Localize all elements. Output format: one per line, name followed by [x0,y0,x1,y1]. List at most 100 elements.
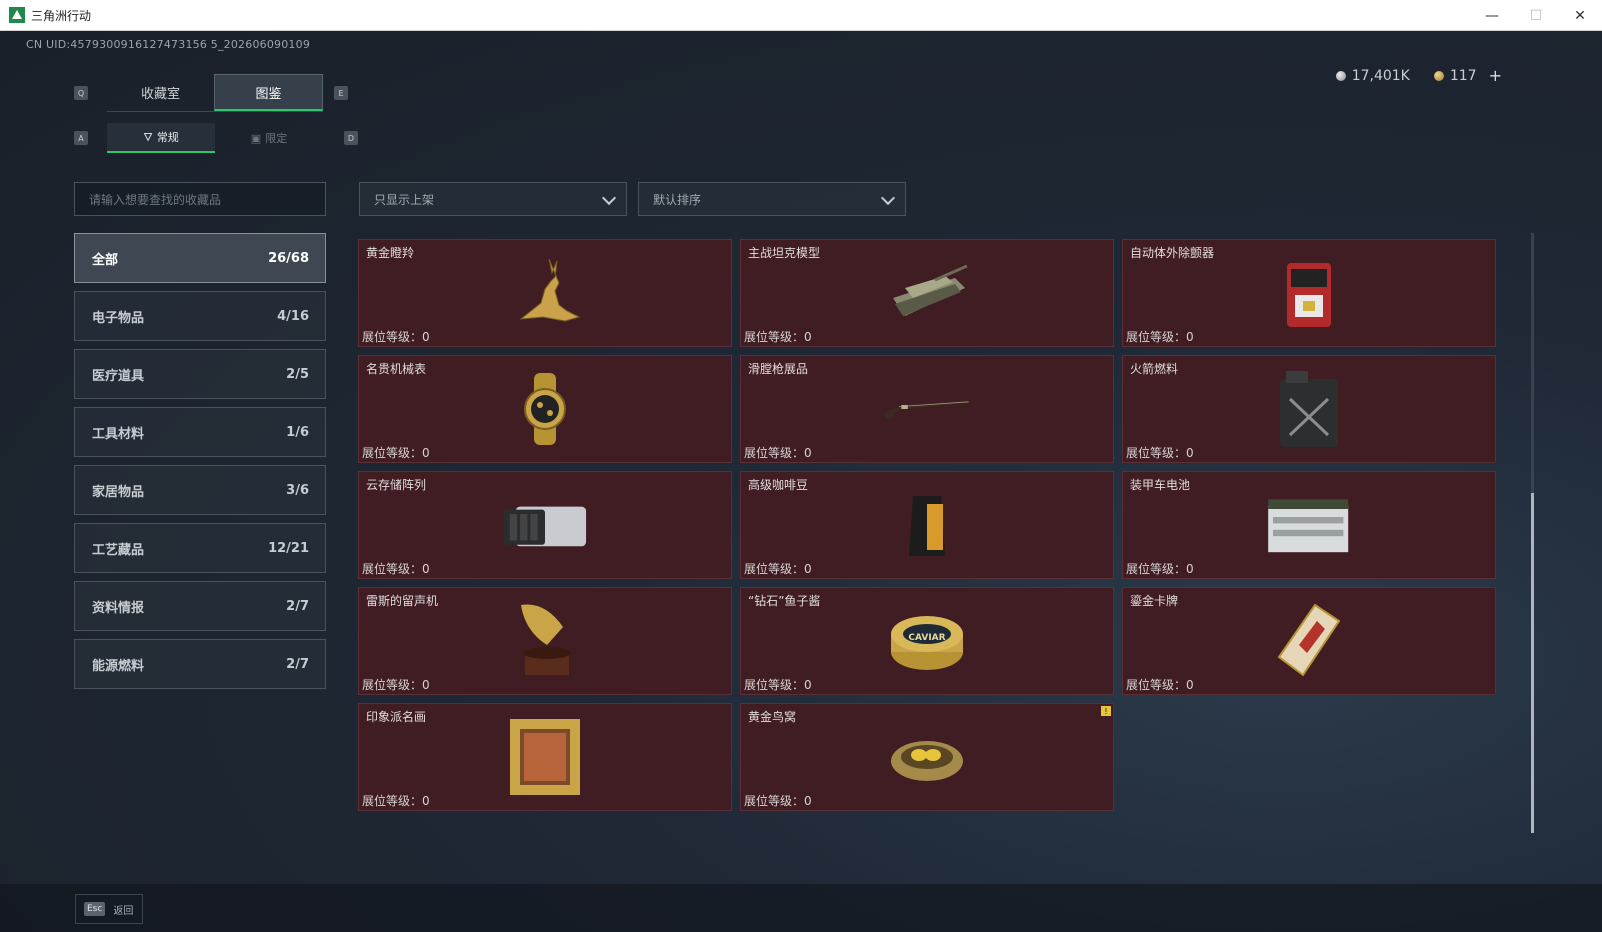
show-filter-dropdown[interactable]: 只显示上架 [359,182,627,216]
collectible-card[interactable]: 装甲车电池展位等级：0 [1122,471,1496,579]
search-input[interactable]: 请输入想要查找的收藏品 [74,182,326,216]
minimize-button[interactable]: — [1470,0,1514,31]
category-intel[interactable]: 资料情报 2/7 [74,581,326,631]
collectible-card[interactable]: 主战坦克模型展位等级：0 [740,239,1114,347]
silver-coin-icon [1335,70,1346,81]
collectible-name: 印象派名画 [366,710,427,724]
collectible-card[interactable]: 印象派名画 展位等级：0 [358,703,732,811]
display-level: 展位等级：0 [1126,328,1194,345]
key-hint-next-subtab: D [344,131,358,145]
collectible-card[interactable]: 火箭燃料展位等级：0 [1122,355,1496,463]
scrollbar-thumb[interactable] [1531,493,1534,833]
bottom-bar [0,884,1602,932]
display-level-label: 展位等级： [362,794,423,808]
category-tools[interactable]: 工具材料 1/6 [74,407,326,457]
display-level: 展位等级：0 [744,792,812,809]
category-energy[interactable]: 能源燃料 2/7 [74,639,326,689]
display-level: 展位等级：0 [362,328,430,345]
display-level-label: 展位等级： [1126,330,1187,344]
category-label: 电子物品 [92,310,145,326]
maximize-button[interactable]: ☐ [1514,0,1558,31]
display-level: 展位等级：0 [362,444,430,461]
image-icon: ▣ [250,131,262,145]
collectible-name: 黄金鸟窝 [748,710,797,724]
category-count: 2/7 [286,598,309,614]
category-label: 家居物品 [92,484,145,500]
gazelle-icon [501,255,589,331]
sub-tabs: 🜄 常规 ▣ 限定 [107,123,323,153]
collectible-card[interactable]: 名贵机械表展位等级：0 [358,355,732,463]
tab-catalog[interactable]: 图鉴 [214,74,323,111]
collectible-card[interactable]: 滑膛枪展品展位等级：0 [740,355,1114,463]
category-crafts[interactable]: 工艺藏品 12/21 [74,523,326,573]
collectible-name: 装甲车电池 [1130,478,1191,492]
display-level-value: 0 [1186,446,1194,460]
display-level: 展位等级：0 [744,560,812,577]
coffee-bag-icon [883,487,971,563]
display-level-label: 展位等级： [744,794,805,808]
window-title: 三角洲行动 [31,8,92,23]
category-count: 26/68 [268,250,309,266]
collectible-card[interactable]: 云存储阵列展位等级：0 [358,471,732,579]
display-level-label: 展位等级： [362,678,423,692]
scrollbar[interactable] [1531,233,1534,833]
back-button[interactable]: Esc 返回 [75,894,143,924]
category-electronics[interactable]: 电子物品 4/16 [74,291,326,341]
display-level-label: 展位等级： [362,446,423,460]
add-currency-button[interactable]: + [1489,66,1502,85]
collectible-name: 火箭燃料 [1130,362,1179,376]
display-level-label: 展位等级： [1126,446,1187,460]
fuel-can-icon [1265,371,1353,447]
display-level-value: 0 [1186,330,1194,344]
battery-icon [1265,487,1353,563]
tab-collection-room[interactable]: 收藏室 [107,74,214,111]
collectible-name: 滑膛枪展品 [748,362,809,376]
display-level-label: 展位等级： [744,446,805,460]
display-level: 展位等级：0 [1126,444,1194,461]
category-label: 工艺藏品 [92,542,145,558]
display-level-value: 0 [804,794,812,808]
category-medical[interactable]: 医疗道具 2/5 [74,349,326,399]
display-level: 展位等级：0 [362,676,430,693]
display-level: 展位等级：0 [362,560,430,577]
sort-dropdown[interactable]: 默认排序 [638,182,906,216]
nest-icon [883,719,971,795]
esc-key-hint: Esc [84,902,106,916]
collectible-card[interactable]: 高级咖啡豆 展位等级：0 [740,471,1114,579]
subtab-regular[interactable]: 🜄 常规 [107,123,215,153]
user-uid: CN UID:4579300916127473156 5_20260609010… [26,38,311,51]
collectible-card[interactable]: 黄金鸟窝 展位等级：0! [740,703,1114,811]
collectible-name: 名贵机械表 [366,362,427,376]
caviar-tin-label: CAVIAR [908,633,946,643]
category-label: 工具材料 [92,426,145,442]
collectible-name: 鎏金卡牌 [1130,594,1179,608]
collectible-card[interactable]: 黄金瞪羚展位等级：0 [358,239,732,347]
collectible-card[interactable]: 雷斯的留声机展位等级：0 [358,587,732,695]
gold-coin-icon [1433,70,1444,81]
category-count: 4/16 [277,308,309,324]
display-level: 展位等级：0 [1126,560,1194,577]
bottle-icon: 🜄 [143,131,153,144]
category-household[interactable]: 家居物品 3/6 [74,465,326,515]
collectible-name: 云存储阵列 [366,478,427,492]
display-level-value: 0 [804,446,812,460]
collectible-name: 雷斯的留声机 [366,594,439,608]
collectible-grid-inner: 展位等级：0展位等级：0展位等级：0黄金瞪羚展位等级：0主战坦克模型展位等级：0… [358,233,1520,811]
key-hint-next-tab: E [334,86,348,100]
collectible-card[interactable]: 鎏金卡牌 展位等级：0 [1122,587,1496,695]
category-count: 1/6 [286,424,309,440]
category-all[interactable]: 全部 26/68 [74,233,326,283]
subtab-limited[interactable]: ▣ 限定 [215,123,323,153]
game-viewport: CN UID:4579300916127473156 5_20260609010… [0,31,1602,932]
collectible-card[interactable]: 自动体外除颤器 展位等级：0 [1122,239,1496,347]
display-level-value: 0 [422,446,430,460]
subtab-regular-label: 常规 [156,131,179,144]
collectible-name: “钻石”鱼子酱 [748,594,821,608]
display-level: 展位等级：0 [744,676,812,693]
app-logo-icon [9,7,25,23]
display-level: 展位等级：0 [744,328,812,345]
collectible-name: 黄金瞪羚 [366,246,415,260]
collectible-name: 主战坦克模型 [748,246,821,260]
close-button[interactable]: ✕ [1558,0,1602,31]
collectible-card[interactable]: “钻石”鱼子酱 CAVIAR 展位等级：0 [740,587,1114,695]
